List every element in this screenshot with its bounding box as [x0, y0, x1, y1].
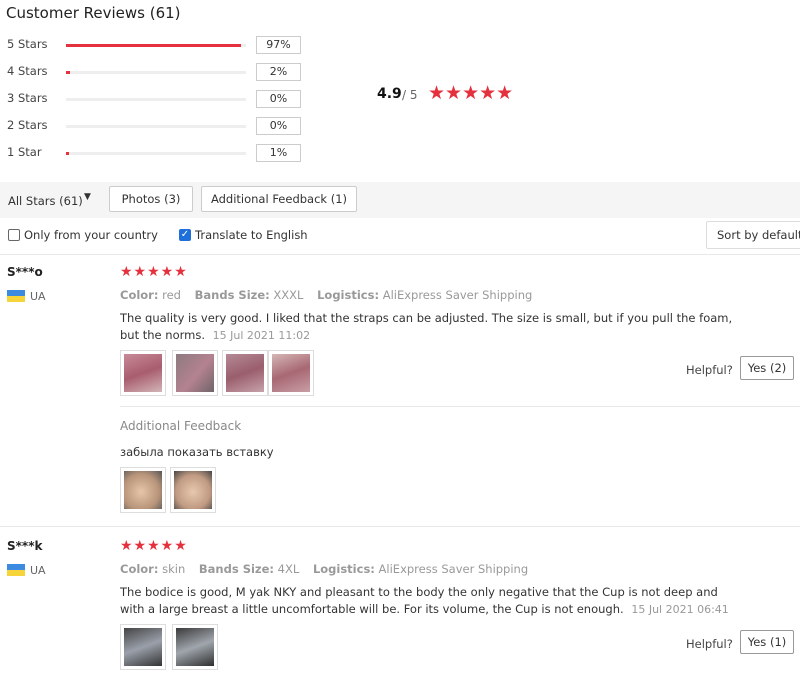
translate-label: Translate to English: [195, 228, 308, 242]
ukraine-flag-icon: [7, 564, 25, 576]
histogram-fill: [66, 152, 69, 155]
additional-feedback-text: забыла показать вставку: [120, 445, 274, 459]
logistics-value: AliExpress Saver Shipping: [378, 562, 529, 576]
reviewer-name: S***o: [7, 265, 43, 279]
average-out-of: / 5: [402, 88, 418, 102]
review-photo[interactable]: [268, 350, 314, 396]
histogram-fill: [66, 44, 241, 47]
review-body: The bodice is good, M yak NKY and pleasa…: [120, 585, 718, 616]
divider: [0, 254, 800, 255]
histogram-track: [66, 98, 246, 101]
size-key: Bands Size:: [198, 562, 275, 576]
translate-checkbox[interactable]: ✓: [179, 229, 191, 241]
average-rating: 4.9: [377, 86, 402, 102]
helpful-yes-button[interactable]: Yes (1): [740, 630, 794, 654]
helpful-label: Helpful?: [686, 363, 733, 377]
histogram-label: 1 Star: [7, 145, 42, 159]
review-date: 15 Jul 2021 11:02: [212, 329, 311, 342]
review-stars-icon: ★★★★★: [120, 264, 188, 280]
histogram-row-1[interactable]: 1 Star 1%: [0, 143, 310, 163]
size-key: Bands Size:: [194, 288, 270, 302]
logistics-key: Logistics:: [317, 288, 380, 302]
histogram-label: 4 Stars: [7, 64, 48, 78]
review-photo[interactable]: [172, 624, 218, 670]
review-text: The bodice is good, M yak NKY and pleasa…: [120, 584, 740, 618]
size-value: XXXL: [273, 288, 304, 302]
histogram-track: [66, 44, 246, 47]
color-key: Color:: [120, 288, 159, 302]
histogram-label: 2 Stars: [7, 118, 48, 132]
histogram-fill: [66, 71, 70, 74]
histogram-percent: 2%: [256, 63, 301, 81]
additional-feedback-filter-button[interactable]: Additional Feedback (1): [201, 186, 357, 212]
histogram-track: [66, 125, 246, 128]
histogram-row-3[interactable]: 3 Stars 0%: [0, 89, 310, 109]
all-stars-dropdown[interactable]: All Stars (61): [8, 194, 83, 208]
review-photo[interactable]: [172, 350, 218, 396]
histogram-track: [66, 71, 246, 74]
review-body: The quality is very good. I liked that t…: [120, 311, 733, 342]
reviewer-country: UA: [30, 290, 46, 303]
average-stars-icon: ★★★★★: [428, 82, 514, 104]
reviewer-country: UA: [30, 564, 46, 577]
histogram-percent: 97%: [256, 36, 301, 54]
color-value: red: [162, 288, 181, 302]
review-text: The quality is very good. I liked that t…: [120, 310, 740, 344]
review-date: 15 Jul 2021 06:41: [631, 603, 729, 616]
divider: [0, 526, 800, 527]
reviews-title: Customer Reviews (61): [6, 4, 181, 22]
histogram-row-4[interactable]: 4 Stars 2%: [0, 62, 310, 82]
photos-filter-button[interactable]: Photos (3): [109, 186, 193, 212]
review-attributes: Color: skin Bands Size: 4XL Logistics: A…: [120, 562, 538, 576]
only-country-checkbox[interactable]: [8, 229, 20, 241]
only-country-label: Only from your country: [24, 228, 158, 242]
review-photo[interactable]: [120, 624, 166, 670]
color-key: Color:: [120, 562, 159, 576]
helpful-label: Helpful?: [686, 637, 733, 651]
review-attributes: Color: red Bands Size: XXXL Logistics: A…: [120, 288, 542, 302]
logistics-value: AliExpress Saver Shipping: [382, 288, 533, 302]
chevron-down-icon[interactable]: ▼: [84, 192, 91, 202]
histogram-percent: 0%: [256, 90, 301, 108]
logistics-key: Logistics:: [312, 562, 375, 576]
reviewer-name: S***k: [7, 539, 43, 553]
histogram-percent: 1%: [256, 144, 301, 162]
histogram-percent: 0%: [256, 117, 301, 135]
review-photo[interactable]: [120, 467, 166, 513]
histogram-label: 5 Stars: [7, 37, 48, 51]
ukraine-flag-icon: [7, 290, 25, 302]
histogram-row-5[interactable]: 5 Stars 97%: [0, 35, 310, 55]
color-value: skin: [162, 562, 186, 576]
review-photo[interactable]: [120, 350, 166, 396]
histogram-track: [66, 152, 246, 155]
review-photo[interactable]: [170, 467, 216, 513]
divider: [120, 406, 800, 407]
review-photo[interactable]: [222, 350, 268, 396]
size-value: 4XL: [277, 562, 300, 576]
sort-dropdown[interactable]: Sort by default: [706, 221, 800, 249]
helpful-yes-button[interactable]: Yes (2): [740, 356, 794, 380]
histogram-row-2[interactable]: 2 Stars 0%: [0, 116, 310, 136]
additional-feedback-title: Additional Feedback: [120, 419, 242, 433]
histogram-label: 3 Stars: [7, 91, 48, 105]
review-stars-icon: ★★★★★: [120, 538, 188, 554]
